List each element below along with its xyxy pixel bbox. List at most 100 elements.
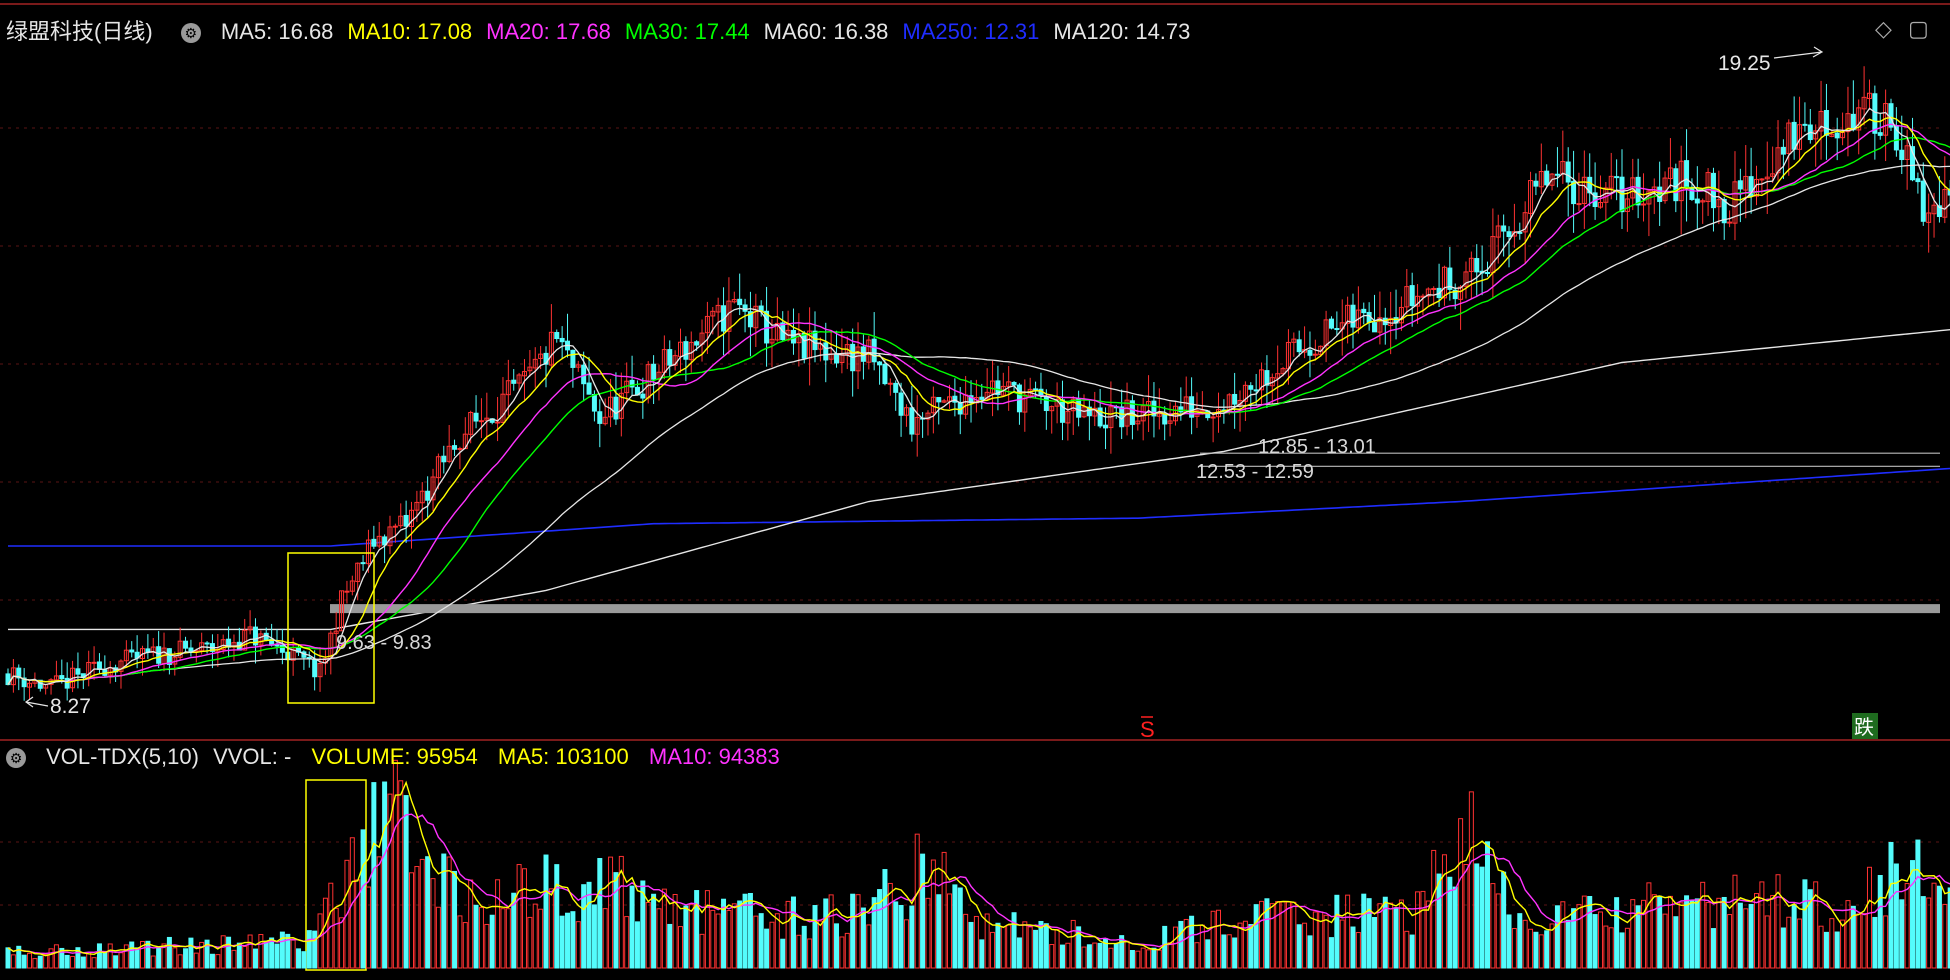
volume-bar-up (10, 954, 16, 969)
candle-down (1043, 395, 1049, 412)
volume-bar-down (882, 869, 888, 969)
volume-bar-up (726, 909, 732, 969)
volume-bar-down (403, 795, 409, 969)
volume-bar-up (1156, 949, 1162, 969)
volume-bar-down (1452, 886, 1458, 969)
volume-header: ⚙ VOL-TDX(5,10) VVOL: - VOLUME: 95954 MA… (6, 744, 794, 770)
settings-icon[interactable]: ⚙ (180, 23, 201, 44)
volume-bar-down (188, 937, 194, 969)
volume-bar-down (1436, 873, 1442, 969)
candle-up (1759, 178, 1765, 181)
volume-bar-up (86, 952, 92, 969)
volume-bar-up (521, 868, 527, 969)
volume-bar-up (1458, 818, 1464, 969)
volume-bar-up (855, 894, 861, 969)
volume-bar-up (1560, 901, 1566, 969)
volume-bar-up (1727, 914, 1733, 969)
volume-bar-down (209, 953, 215, 969)
volume-bar-down (1205, 939, 1211, 969)
volume-bar-up (532, 903, 538, 969)
candle-down (1178, 406, 1184, 413)
volume-bar-up (193, 952, 199, 969)
stock-title[interactable]: 绿盟科技(日线) (6, 19, 153, 44)
candle-up (392, 525, 398, 528)
volume-bar-down (591, 904, 597, 969)
volume-indicator[interactable]: VOL-TDX(5,10) (46, 744, 199, 769)
volume-bar-up (500, 908, 506, 969)
volume-bar-up (887, 882, 893, 969)
volume-bar-down (5, 947, 11, 969)
volume-bar-down (1033, 929, 1039, 969)
volume-bar-down (1635, 905, 1641, 969)
volume-bar-down (1802, 879, 1808, 969)
volume-bar-down (613, 872, 619, 969)
candle-down (1684, 160, 1690, 188)
volume-bar-up (1167, 942, 1173, 969)
candle-down (183, 640, 189, 649)
volume-bar-down (1328, 937, 1334, 969)
volume-bar-up (242, 945, 248, 969)
volume-bar-down (1189, 915, 1195, 969)
window-icon[interactable]: ▢ (1908, 16, 1929, 42)
volume-bar-up (1603, 925, 1609, 969)
candle-down (559, 337, 565, 343)
candle-down (581, 364, 587, 385)
volume-settings-icon[interactable]: ⚙ (6, 748, 26, 769)
volume-bar-down (1479, 866, 1485, 969)
volume-bar-up (963, 913, 969, 969)
volume-bar-up (478, 907, 484, 969)
candle-down (1328, 318, 1334, 329)
volume-bar-down (1936, 885, 1942, 969)
diamond-icon[interactable]: ◇ (1875, 16, 1892, 42)
volume-bar-up (704, 890, 710, 969)
volume-bar-up (1597, 911, 1603, 969)
candle-down (640, 393, 646, 399)
volume-bar-up (1856, 913, 1862, 969)
volume-bar-down (1113, 943, 1119, 969)
volume-bar-up (419, 858, 425, 969)
volume-bar-down (489, 914, 495, 969)
chart-canvas[interactable]: 19.25 8.27 9.63 - 9.83 12.85 - 13.01 12.53 -… (0, 0, 1950, 980)
volume-bar-up (1054, 929, 1060, 969)
volume-bar-up (608, 856, 614, 969)
candle-down (1780, 146, 1786, 155)
candle-down (1506, 231, 1512, 238)
volume-bar-down (1361, 893, 1367, 969)
stock-chart[interactable]: 19.25 8.27 9.63 - 9.83 12.85 - 13.01 12.53 -… (0, 0, 1950, 980)
volume-bar-down (936, 894, 942, 969)
volume-bar-down (1587, 896, 1593, 969)
volume-bar-up (817, 920, 823, 969)
volume-bar-down (554, 864, 560, 969)
candle-down (473, 412, 479, 422)
candle-down (1565, 161, 1571, 183)
candle-down (1872, 93, 1878, 134)
volume-bar-down (1011, 912, 1017, 969)
volume-bar-up (656, 908, 662, 969)
volume-bar-down (979, 939, 985, 969)
volume-bar-up (925, 897, 931, 969)
volume-bar-up (430, 878, 436, 969)
volume-bar-down (21, 954, 27, 969)
volume-bar-down (1694, 898, 1700, 969)
gap-label-1: 9.63 - 9.83 (336, 632, 432, 654)
volume-bar-up (1866, 866, 1872, 969)
candle-down (651, 363, 657, 380)
candle-down (554, 332, 560, 340)
volume-bar-down (543, 854, 549, 969)
volume-bar-up (941, 851, 947, 969)
volume-bar-up (495, 879, 501, 969)
candle-down (801, 332, 807, 359)
volume-bar-up (807, 938, 813, 969)
volume-bar-down (96, 943, 102, 969)
volume-bar-down (850, 893, 856, 969)
candle-down (274, 644, 280, 647)
volume-bar-down (274, 943, 280, 969)
volume-bar-up (32, 958, 38, 969)
volume-ma10: MA10: 94383 (648, 744, 780, 769)
candle-down (312, 658, 318, 678)
volume-bar-down (634, 921, 640, 969)
volume-bar-down (1372, 916, 1378, 969)
candle-down (1915, 178, 1921, 183)
candle-up (478, 420, 484, 423)
volume-bar-up (462, 922, 468, 969)
